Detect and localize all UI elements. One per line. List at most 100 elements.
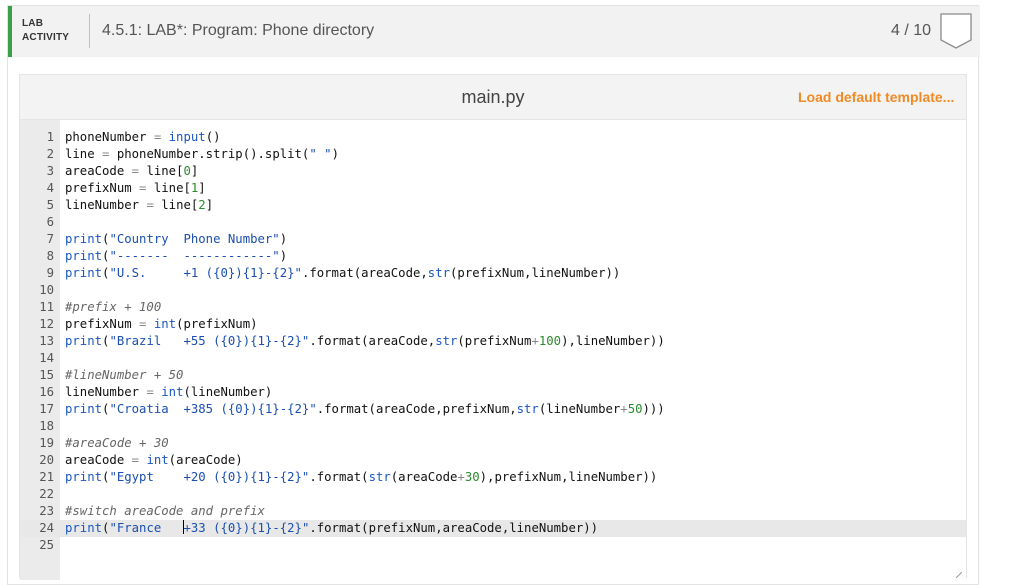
line-number: 24 (39, 521, 54, 535)
code-token: input (168, 130, 206, 144)
code-token: (areaCode (390, 470, 458, 484)
code-token: ) (279, 232, 288, 246)
code-token: print (65, 521, 103, 535)
code-token: = (139, 385, 162, 399)
code-token: () (205, 130, 221, 144)
code-token: print (65, 249, 103, 263)
code-text: print("------- ------------") (65, 248, 287, 265)
code-text: print("Croatia +385 ({0}){1}-{2}".format… (65, 401, 665, 418)
code-text: #lineNumber + 50 (65, 367, 183, 384)
code-line[interactable]: 12 prefixNum = int(prefixNum) (20, 316, 966, 333)
code-token: line (65, 147, 95, 161)
line-number: 1 (46, 130, 54, 144)
header-divider (89, 14, 90, 48)
code-token: + (620, 402, 628, 416)
line-number: 21 (39, 470, 54, 484)
code-text: prefixNum = line[1] (65, 180, 206, 197)
code-editor[interactable]: 1 phoneNumber = input() 2 line = phoneNumbe… (20, 119, 966, 580)
line-number: 6 (46, 215, 54, 229)
code-line[interactable]: 4 prefixNum = line[1] (20, 180, 966, 197)
code-token: line[ (146, 164, 184, 178)
code-text: prefixNum = int(prefixNum) (65, 316, 258, 333)
code-line[interactable]: 20 areaCode = int(areaCode) (20, 452, 966, 469)
lab-title: 4.5.1: LAB*: Program: Phone directory (102, 22, 375, 39)
line-number: 17 (39, 402, 54, 416)
code-token: .format(areaCode, (301, 266, 428, 280)
line-number: 18 (39, 419, 54, 433)
line-number: 10 (39, 283, 54, 297)
code-token: prefixNum (65, 181, 132, 195)
code-line[interactable]: 8 print("------- ------------") (20, 248, 966, 265)
code-line[interactable]: 10 (20, 282, 966, 299)
code-line[interactable]: 1 phoneNumber = input() (20, 129, 966, 146)
code-token: (lineNumber) (183, 385, 273, 399)
code-token: print (65, 470, 103, 484)
line-number: 7 (46, 232, 54, 246)
code-line[interactable]: 3 areaCode = line[0] (20, 163, 966, 180)
line-number: 19 (39, 436, 54, 450)
code-line[interactable]: 22 (20, 486, 966, 503)
code-line[interactable]: 16 lineNumber = int(lineNumber) (20, 384, 966, 401)
code-token: " " (309, 147, 332, 161)
load-default-template-button[interactable]: Load default template... (798, 89, 954, 105)
code-line[interactable]: 14 (20, 350, 966, 367)
code-line[interactable]: 6 (20, 214, 966, 231)
code-line[interactable]: 23 #switch areaCode and prefix (20, 503, 966, 520)
line-number: 20 (39, 453, 54, 467)
code-token: .format(prefixNum,areaCode,lineNumber)) (309, 521, 599, 535)
code-text: print("Country Phone Number") (65, 231, 287, 248)
code-text: print("Egypt +20 ({0}){1}-{2}".format(st… (65, 469, 657, 486)
code-token: "Brazil +55 ({0}){1}-{2}" (109, 334, 310, 348)
code-line[interactable]: 18 (20, 418, 966, 435)
code-line[interactable]: 21 print("Egypt +20 ({0}){1}-{2}".format(… (20, 469, 966, 486)
code-line[interactable]: 17 print("Croatia +385 ({0}){1}-{2}".form… (20, 401, 966, 418)
code-token: "------- ------------" (109, 249, 280, 263)
code-line[interactable]: 25 (20, 537, 966, 554)
code-token: prefixNum (65, 317, 132, 331)
resize-handle-icon[interactable] (956, 572, 962, 578)
lab-tag-line1: LAB (22, 18, 44, 29)
code-line[interactable]: 11 #prefix + 100 (20, 299, 966, 316)
code-line[interactable]: 5 lineNumber = line[2] (20, 197, 966, 214)
line-number: 5 (46, 198, 54, 212)
code-token: "Egypt +20 ({0}){1}-{2}" (109, 470, 310, 484)
code-token: = (131, 181, 154, 195)
code-line[interactable]: 7 print("Country Phone Number") (20, 231, 966, 248)
line-number: 15 (39, 368, 54, 382)
code-token: ),lineNumber)) (561, 334, 665, 348)
code-token: ) (279, 249, 288, 263)
code-lines[interactable]: 1 phoneNumber = input() 2 line = phoneNumbe… (20, 129, 966, 554)
code-token: line[ (153, 181, 191, 195)
line-number: 9 (46, 266, 54, 280)
code-token: "U.S. +1 ({0}){1}-{2}" (109, 266, 302, 280)
score-badge-icon (940, 13, 972, 49)
code-line[interactable]: 19 #areaCode + 30 (20, 435, 966, 452)
code-line[interactable]: 2 line = phoneNumber.strip().split(" ") (20, 146, 966, 163)
code-token: = (94, 147, 117, 161)
code-token: (lineNumber (538, 402, 621, 416)
code-token: 50 (627, 402, 643, 416)
line-number: 22 (39, 487, 54, 501)
code-token: #prefix + 100 (65, 300, 162, 314)
code-token: line[ (161, 198, 199, 212)
code-token: 30 (464, 470, 480, 484)
lab-score: 4 / 10 (891, 22, 932, 39)
line-number: 3 (46, 164, 54, 178)
code-token: lineNumber (65, 198, 140, 212)
code-token: (prefixNum,lineNumber)) (450, 266, 621, 280)
code-line[interactable]: 13 print("Brazil +55 ({0}){1}-{2}".format… (20, 333, 966, 350)
line-number: 25 (39, 538, 54, 552)
code-text: #switch areaCode and prefix (65, 503, 265, 520)
code-token: str (427, 266, 451, 280)
line-number: 4 (46, 181, 54, 195)
code-text: #areaCode + 30 (65, 435, 169, 452)
code-token: int (161, 385, 184, 399)
code-token: areaCode (65, 453, 125, 467)
code-line[interactable]: 9 print("U.S. +1 ({0}){1}-{2}".format(are… (20, 265, 966, 282)
code-token: ) (331, 147, 339, 161)
code-text: areaCode = line[0] (65, 163, 198, 180)
code-line[interactable]: 15 #lineNumber + 50 (20, 367, 966, 384)
code-token: print (65, 334, 103, 348)
code-token: print (65, 232, 103, 246)
code-line[interactable]: 24 print("France +33 ({0}){1}-{2}".format… (20, 520, 966, 537)
